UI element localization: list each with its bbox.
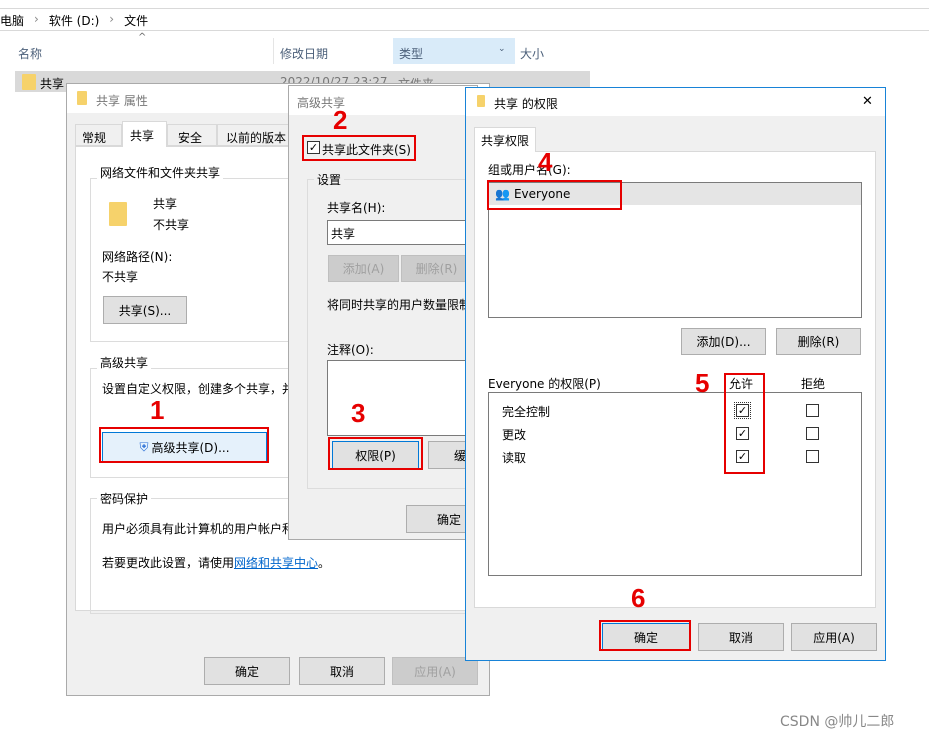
annotation-number: 5: [695, 368, 710, 398]
dialog-title: 共享 属性: [96, 94, 148, 108]
folder-icon: [109, 202, 127, 226]
highlight-box: [487, 180, 622, 210]
group-title: 网络文件和文件夹共享: [97, 164, 224, 181]
breadcrumb-item[interactable]: 文件: [124, 12, 148, 29]
permissions-dialog: 共享 的权限 ✕ 共享权限 组或用户名(G): 👥 Everyone 添加(D).…: [465, 87, 886, 661]
folder-icon: [77, 91, 87, 105]
folder-icon: [22, 74, 36, 90]
network-path-label: 网络路径(N):: [102, 250, 173, 264]
group-title: 密码保护: [97, 490, 152, 507]
network-sharing-center-link[interactable]: 网络和共享中心: [234, 556, 318, 570]
watermark: CSDN @帅儿二郎: [780, 714, 895, 730]
highlight-box: [302, 135, 416, 161]
deny-change-checkbox[interactable]: [806, 427, 819, 440]
close-icon[interactable]: ✕: [862, 94, 873, 109]
group-title: 高级共享: [97, 354, 152, 371]
apply-button[interactable]: 应用(A): [392, 657, 478, 685]
tab-share-permissions[interactable]: 共享权限: [474, 127, 536, 152]
user-limit-label: 将同时共享的用户数量限制: [327, 298, 472, 312]
annotation-number: 2: [333, 105, 348, 135]
apply-button[interactable]: 应用(A): [791, 623, 877, 651]
chevron-down-icon[interactable]: ⌄: [498, 44, 506, 54]
highlight-box: [724, 373, 765, 474]
add-button[interactable]: 添加(A): [328, 255, 399, 282]
highlight-box: [328, 437, 423, 470]
breadcrumb: 电脑 › 软件 (D:) › 文件: [0, 12, 149, 29]
tab-security[interactable]: 安全: [167, 124, 217, 146]
password-description: 用户必须具有此计算机的用户帐户和: [102, 522, 295, 536]
cancel-button[interactable]: 取消: [698, 623, 784, 651]
permissions-label: Everyone 的权限(P): [488, 377, 601, 391]
deny-header: 拒绝: [801, 377, 826, 391]
highlight-box: [599, 620, 691, 651]
perm-row-change: 更改: [502, 428, 527, 442]
share-status: 不共享: [153, 218, 190, 232]
column-modified[interactable]: 修改日期: [273, 38, 393, 64]
perm-row-full-control: 完全控制: [502, 405, 551, 419]
group-title: 设置: [314, 171, 345, 188]
group-users-label: 组或用户名(G):: [488, 163, 571, 177]
column-type[interactable]: 类型 ⌄: [393, 38, 515, 64]
cancel-button[interactable]: 取消: [299, 657, 385, 685]
remove-button[interactable]: 删除(R): [401, 255, 472, 282]
column-size[interactable]: 大小: [520, 45, 544, 62]
password-change-text: 若要更改此设置，请使用网络和共享中心。: [102, 556, 331, 570]
ok-button[interactable]: 确定: [204, 657, 290, 685]
annotation-number: 4: [538, 147, 553, 177]
tab-general[interactable]: 常规: [75, 124, 122, 146]
sort-arrow-icon: ^: [138, 32, 147, 43]
folder-icon: [477, 95, 485, 107]
column-name[interactable]: 名称: [18, 45, 42, 62]
breadcrumb-item[interactable]: 电脑: [0, 12, 24, 29]
annotation-number: 1: [150, 395, 165, 425]
advanced-description: 设置自定义权限，创建多个共享，并: [102, 382, 295, 396]
folder-name: 共享: [153, 197, 178, 211]
annotation-number: 6: [631, 583, 646, 613]
annotation-number: 3: [351, 398, 366, 428]
share-name-label: 共享名(H):: [327, 201, 386, 215]
perm-row-read: 读取: [502, 451, 527, 465]
tab-sharing[interactable]: 共享: [122, 121, 167, 147]
share-button[interactable]: 共享(S)...: [103, 296, 187, 324]
dialog-title: 共享 的权限: [494, 97, 558, 111]
deny-full-control-checkbox[interactable]: [806, 404, 819, 417]
highlight-box: [99, 427, 269, 463]
breadcrumb-item[interactable]: 软件 (D:): [49, 12, 99, 29]
remove-button[interactable]: 删除(R): [776, 328, 861, 355]
column-type-label: 类型: [399, 47, 424, 61]
network-path-value: 不共享: [102, 270, 139, 284]
tab-previous-versions[interactable]: 以前的版本: [217, 124, 297, 146]
add-button[interactable]: 添加(D)...: [681, 328, 766, 355]
deny-read-checkbox[interactable]: [806, 450, 819, 463]
comment-label: 注释(O):: [327, 343, 374, 357]
file-name: 共享: [40, 77, 65, 91]
share-name-input[interactable]: 共享: [327, 220, 487, 245]
